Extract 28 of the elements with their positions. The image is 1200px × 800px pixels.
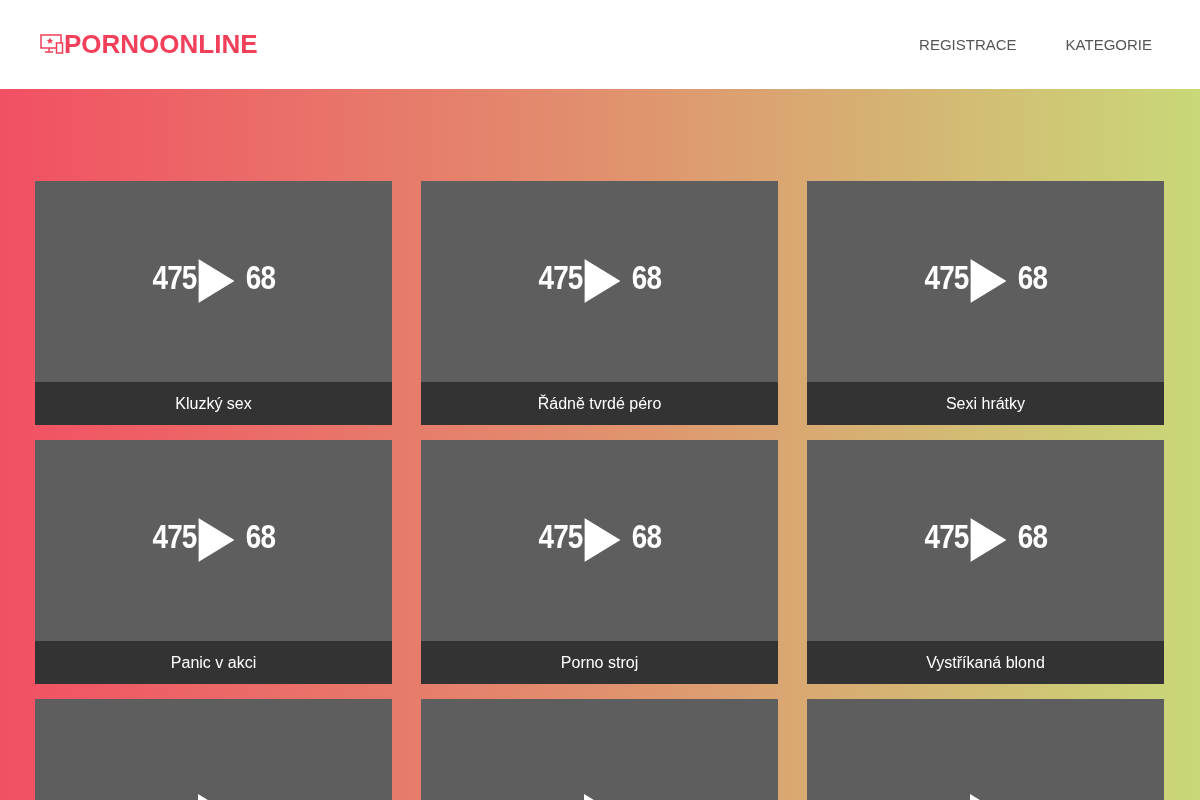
play-icon[interactable] [969, 258, 1006, 303]
placeholder-size-text: 475 [152, 517, 197, 556]
nav-link[interactable]: REGISTRACE [919, 36, 1017, 53]
video-title[interactable]: Řádně tvrdé péro [421, 382, 778, 425]
placeholder-size-text: 68 [631, 517, 661, 556]
nav-link[interactable]: KATEGORIE [1065, 36, 1152, 53]
play-icon[interactable] [197, 517, 234, 562]
placeholder-size-text: 475 [538, 258, 583, 297]
play-icon[interactable] [583, 517, 620, 562]
site-logo[interactable]: PORNOONLINE [64, 29, 258, 60]
video-title[interactable]: Vystříkaná blond [807, 641, 1164, 684]
video-title[interactable]: Kluzký sex [35, 382, 392, 425]
devices-icon [40, 33, 64, 56]
placeholder-size-text: 475 [924, 258, 969, 297]
placeholder-size-text: 68 [245, 517, 275, 556]
placeholder-size-text: 475 [152, 258, 197, 297]
placeholder-size-text: 475 [924, 517, 969, 556]
play-icon[interactable] [969, 517, 1006, 562]
video-title[interactable]: Porno stroj [421, 641, 778, 684]
play-icon[interactable] [583, 258, 620, 303]
placeholder-size-text: 68 [1017, 517, 1047, 556]
placeholder-size-text: 68 [631, 258, 661, 297]
placeholder-size-text: 68 [1017, 258, 1047, 297]
play-icon[interactable] [197, 258, 234, 303]
video-title[interactable]: Panic v akci [35, 641, 392, 684]
video-title[interactable]: Sexi hrátky [807, 382, 1164, 425]
placeholder-size-text: 475 [538, 517, 583, 556]
placeholder-size-text: 68 [245, 258, 275, 297]
